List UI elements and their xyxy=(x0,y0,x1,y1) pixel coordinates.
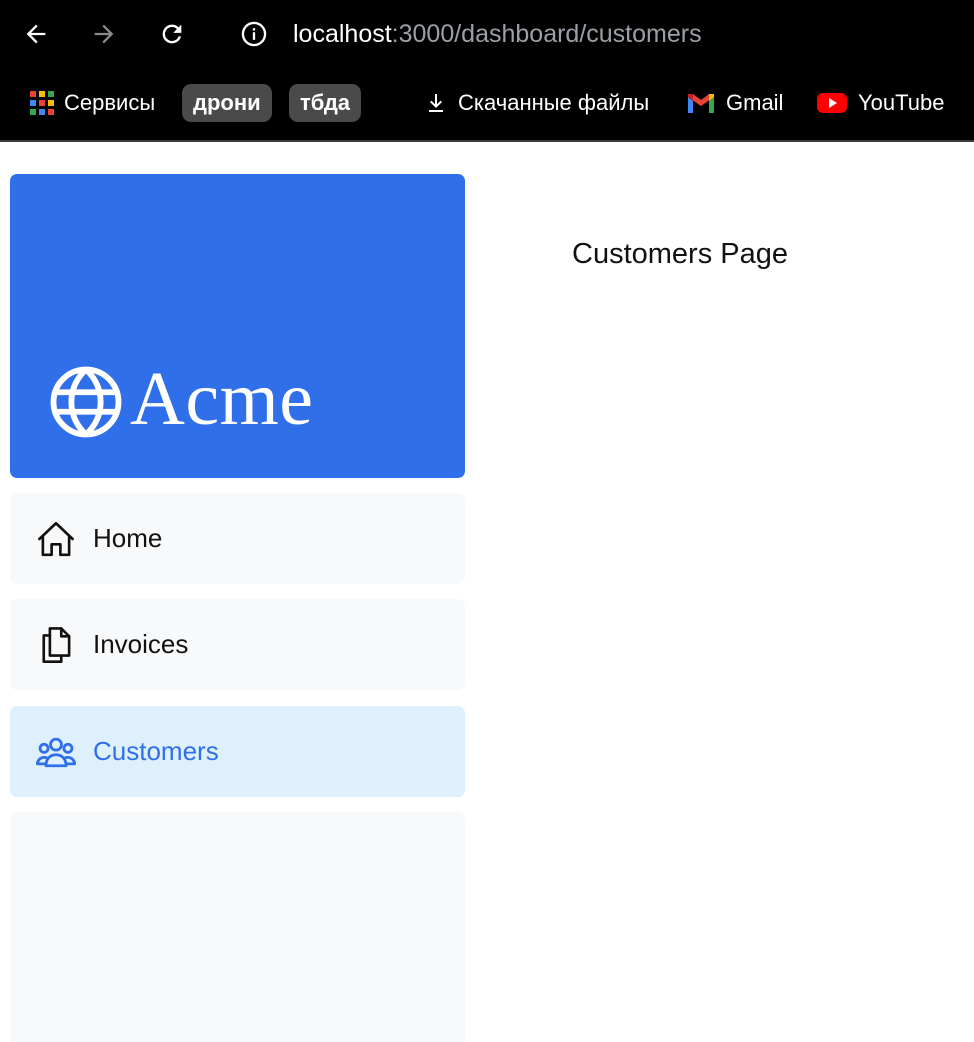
logo-link[interactable]: Acme xyxy=(10,174,465,478)
bookmark-gmail[interactable]: Gmail xyxy=(686,84,783,122)
back-button[interactable] xyxy=(16,14,56,54)
home-icon xyxy=(34,517,78,561)
bookmark-apps-label: Сервисы xyxy=(64,90,156,115)
apps-grid-icon xyxy=(30,91,54,115)
page-title: Customers Page xyxy=(572,238,788,270)
users-icon xyxy=(34,730,78,774)
gmail-icon xyxy=(686,91,716,115)
address-bar[interactable]: localhost:3000/dashboard/customers xyxy=(293,16,702,52)
bookmark-apps[interactable]: Сервисы xyxy=(30,84,155,122)
arrow-left-icon xyxy=(26,24,46,44)
sidebar-item-home[interactable]: Home xyxy=(10,493,465,584)
bookmark-youtube[interactable]: YouTube xyxy=(816,84,944,122)
globe-icon xyxy=(50,366,122,438)
download-icon xyxy=(424,91,448,115)
arrow-right-icon xyxy=(94,24,114,44)
reload-icon xyxy=(162,24,182,44)
sidebar-item-invoices[interactable]: Invoices xyxy=(10,599,465,690)
bookmark-youtube-label: YouTube xyxy=(858,90,945,115)
bookmark-downloads[interactable]: Скачанные файлы xyxy=(424,84,649,122)
browser-chrome: localhost:3000/dashboard/customers Серви… xyxy=(0,0,974,142)
bookmark-folder-tbda[interactable]: тбда xyxy=(289,84,362,122)
sidebar-item-customers-label: Customers xyxy=(93,736,219,766)
bookmark-folder-droni[interactable]: дрони xyxy=(182,84,272,122)
url-path: :3000/dashboard/customers xyxy=(391,20,702,48)
bookmarks-bar: Сервисы дрони тбда Скачанные файлы Gmail xyxy=(0,80,974,128)
sidebar-item-home-label: Home xyxy=(93,523,163,553)
sidebar-item-customers[interactable]: Customers xyxy=(10,706,465,797)
bookmark-downloads-label: Скачанные файлы xyxy=(458,90,650,115)
sidebar-item-invoices-label: Invoices xyxy=(93,629,189,659)
url-host: localhost xyxy=(293,20,392,48)
youtube-icon xyxy=(816,91,848,115)
documents-icon xyxy=(34,623,78,667)
logo-text: Acme xyxy=(130,357,314,441)
bookmark-gmail-label: Gmail xyxy=(726,90,784,115)
forward-button[interactable] xyxy=(84,14,124,54)
reload-button[interactable] xyxy=(152,14,192,54)
info-icon xyxy=(241,21,267,47)
site-info-button[interactable] xyxy=(236,16,272,52)
sidebar-filler xyxy=(10,812,465,1042)
